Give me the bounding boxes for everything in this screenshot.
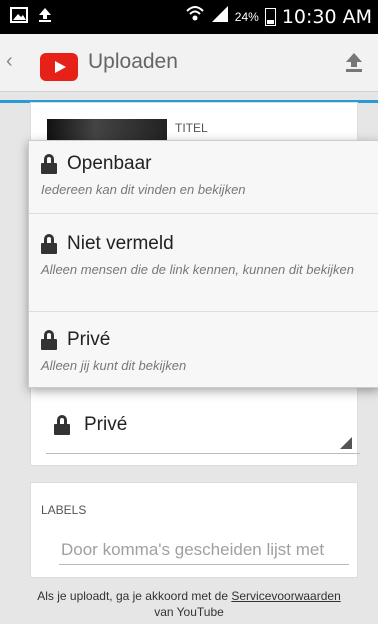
privacy-option-public[interactable]: Openbaar Iedereen kan dit vinden en beki… (29, 153, 378, 199)
dropdown-triangle-icon (340, 437, 352, 449)
title-label: TITEL (175, 121, 208, 135)
terms-text: Als je uploadt, ga je akkoord met de (37, 589, 232, 603)
privacy-option-description: Alleen mensen die de link kennen, kunnen… (41, 262, 354, 277)
privacy-option-description: Alleen jij kunt dit bekijken (41, 358, 187, 373)
privacy-option-label: Niet vermeld (67, 233, 174, 254)
terms-text-end: van YouTube (154, 605, 224, 619)
labels-input[interactable] (59, 535, 349, 565)
upload-action-icon[interactable] (342, 50, 366, 74)
gallery-notification-icon (10, 7, 28, 28)
clock: 10:30 AM (281, 5, 372, 28)
signal-icon (211, 5, 229, 28)
terms-footer: Als je uploadt, ga je akkoord met de Ser… (0, 584, 378, 624)
privacy-option-label: Openbaar (67, 153, 152, 174)
page-title: Uploaden (88, 50, 178, 73)
privacy-option-description: Iedereen kan dit vinden en bekijken (41, 182, 246, 197)
lock-icon (41, 330, 57, 350)
battery-icon (264, 7, 276, 26)
privacy-options-popup: Openbaar Iedereen kan dit vinden en beki… (28, 140, 378, 388)
divider (29, 311, 378, 312)
upload-notification-icon (38, 7, 52, 28)
privacy-selected-value: Privé (84, 414, 128, 435)
privacy-option-label: Privé (67, 329, 111, 350)
app-bar: ‹ Uploaden (0, 34, 378, 103)
terms-link[interactable]: Servicevoorwaarden (231, 589, 340, 603)
youtube-logo-icon[interactable] (40, 53, 78, 81)
lock-icon (54, 415, 70, 435)
privacy-option-private[interactable]: Privé Alleen jij kunt dit bekijken (29, 329, 378, 375)
divider (29, 213, 378, 214)
back-chevron-icon[interactable]: ‹ (6, 50, 13, 73)
privacy-select[interactable]: Privé (46, 408, 360, 454)
labels-card: LABELS (30, 482, 358, 578)
lock-icon (41, 154, 57, 174)
battery-percent: 24% (234, 9, 259, 24)
labels-heading: LABELS (41, 503, 87, 517)
lock-icon (41, 234, 57, 254)
wifi-icon (185, 5, 205, 28)
privacy-option-unlisted[interactable]: Niet vermeld Alleen mensen die de link k… (29, 233, 378, 279)
status-bar: 24% 10:30 AM (0, 0, 378, 34)
